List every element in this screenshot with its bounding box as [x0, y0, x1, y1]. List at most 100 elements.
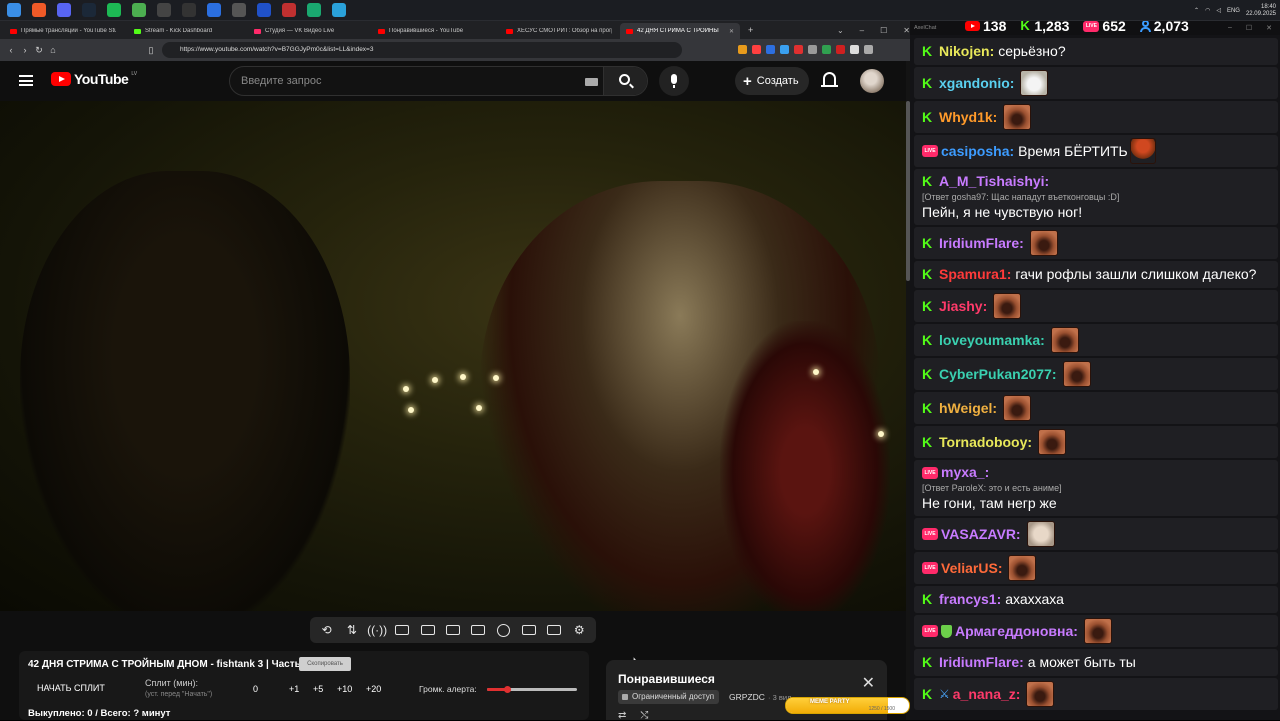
voice-search-button[interactable]: [659, 66, 689, 96]
wifi-icon[interactable]: ◠: [1205, 7, 1210, 14]
add-5-button[interactable]: +5: [313, 684, 323, 694]
add-screen-icon[interactable]: [521, 623, 537, 637]
video-settings-icon[interactable]: [394, 623, 410, 637]
chat-username[interactable]: VeliarUS:: [941, 559, 1002, 578]
picture-in-picture-icon[interactable]: [445, 623, 461, 637]
chat-username[interactable]: A_M_Tishaishyi:: [939, 172, 1049, 191]
copy-button[interactable]: Скопировать: [299, 657, 351, 671]
back-icon[interactable]: ‹: [4, 45, 18, 55]
gear-icon[interactable]: ⚙: [571, 623, 587, 637]
menu-icon[interactable]: [19, 75, 33, 86]
chat-username[interactable]: Tornadobooy:: [939, 433, 1032, 452]
browser-tab[interactable]: 42 ДНЯ СТРИМА С ТРОЙНЫ ✕: [620, 23, 740, 39]
create-button[interactable]: + Создать: [735, 67, 809, 95]
youtube-logo[interactable]: YouTube LV: [51, 71, 137, 87]
playlist-title[interactable]: Понравившиеся: [618, 672, 715, 686]
extension-icon[interactable]: [850, 45, 859, 54]
extension-icon[interactable]: [780, 45, 789, 54]
chat-username[interactable]: Spamura1:: [939, 265, 1011, 284]
chat-username[interactable]: francys1:: [939, 590, 1001, 609]
chat-username[interactable]: IridiumFlare:: [939, 234, 1024, 253]
chat-username[interactable]: xgandonio:: [939, 74, 1014, 93]
windows-start-icon[interactable]: [7, 3, 21, 17]
loop-icon[interactable]: ⟲: [319, 623, 335, 637]
playlist-owner[interactable]: GRPZDC: [729, 692, 765, 702]
chat-username[interactable]: Nikojen:: [939, 42, 994, 61]
chrome-icon[interactable]: [132, 3, 146, 17]
chevron-down-icon[interactable]: ⌄: [837, 26, 844, 35]
app-red-icon[interactable]: [282, 3, 296, 17]
browser-tab[interactable]: Прямые трансляции - YouTube Stu: [4, 23, 122, 39]
chat-username[interactable]: a_nana_z:: [953, 685, 1021, 704]
steam-icon[interactable]: [82, 3, 96, 17]
forward-icon[interactable]: ›: [18, 45, 32, 55]
bookmark-icon[interactable]: ▯: [144, 45, 158, 56]
url-input[interactable]: https://www.youtube.com/watch?v=B7GGJyPm…: [162, 42, 682, 58]
telegram-icon[interactable]: [332, 3, 346, 17]
browser-tab[interactable]: ХЕСУС СМОТРИТ: Обзор на прогр: [500, 23, 618, 39]
spotify-icon[interactable]: [107, 3, 121, 17]
maximize-button[interactable]: ☐: [1246, 24, 1252, 32]
maximize-button[interactable]: ☐: [880, 26, 887, 35]
capcut-icon[interactable]: [182, 3, 196, 17]
discord-icon[interactable]: [57, 3, 71, 17]
chat-username[interactable]: loveyoumamka:: [939, 331, 1045, 350]
extension-icon[interactable]: [822, 45, 831, 54]
brave-icon[interactable]: [32, 3, 46, 17]
browser-tab[interactable]: Понравившиеся - YouTube: [372, 23, 490, 39]
slider-knob[interactable]: [503, 686, 511, 693]
start-split-button[interactable]: НАЧАТЬ СПЛИТ: [37, 683, 105, 693]
chat-username[interactable]: hWeigel:: [939, 399, 997, 418]
chat-username[interactable]: Jiashy:: [939, 297, 987, 316]
extension-icon[interactable]: [864, 45, 873, 54]
extension-icon[interactable]: [752, 45, 761, 54]
cinema-mode-icon[interactable]: [470, 623, 486, 637]
extension-icon[interactable]: [836, 45, 845, 54]
close-tab-icon[interactable]: ✕: [729, 28, 734, 35]
clock[interactable]: 18:40 22.09.2025: [1246, 4, 1276, 18]
chat-username[interactable]: Армагеддоновна:: [955, 622, 1078, 641]
search-box[interactable]: Введите запрос: [229, 66, 648, 96]
add-1-button[interactable]: +1: [289, 684, 299, 694]
obs-icon[interactable]: [157, 3, 171, 17]
chat-username[interactable]: casiposha:: [941, 142, 1014, 161]
alert-volume-slider[interactable]: [487, 686, 577, 693]
extension-icon[interactable]: [738, 45, 747, 54]
app-play-icon[interactable]: [257, 3, 271, 17]
minimize-button[interactable]: –: [1228, 24, 1232, 32]
add-10-button[interactable]: +10: [337, 684, 352, 694]
loop-icon[interactable]: ⇄: [618, 710, 640, 721]
screenshot-icon[interactable]: [546, 623, 562, 637]
broadcast-icon[interactable]: ((·)): [367, 623, 387, 637]
chat-username[interactable]: Whyd1k:: [939, 108, 997, 127]
new-tab-button[interactable]: +: [748, 25, 753, 35]
minimize-button[interactable]: –: [860, 26, 864, 35]
chevron-up-icon[interactable]: ⌃: [1194, 7, 1199, 14]
add-20-button[interactable]: +20: [366, 684, 381, 694]
keyboard-icon[interactable]: [585, 78, 598, 86]
close-window-button[interactable]: ✕: [1266, 24, 1272, 32]
app-green-icon[interactable]: [307, 3, 321, 17]
search-input[interactable]: Введите запрос: [241, 75, 321, 87]
chat-username[interactable]: IridiumFlare:: [939, 653, 1024, 672]
notifications-icon[interactable]: [821, 72, 838, 87]
search-button[interactable]: [603, 67, 647, 95]
home-icon[interactable]: ⌂: [46, 45, 60, 55]
browser-tab[interactable]: Stream - Kick Dashboard: [128, 23, 246, 39]
close-window-button[interactable]: ✕: [903, 26, 910, 35]
browser-tab[interactable]: Студия — VK Видео Live: [248, 23, 366, 39]
clapper-icon[interactable]: [420, 623, 436, 637]
app-arrow-icon[interactable]: [232, 3, 246, 17]
shuffle-icon[interactable]: ⤭: [640, 710, 662, 721]
volume-icon[interactable]: ◁: [1216, 7, 1221, 14]
extension-icon[interactable]: [808, 45, 817, 54]
sort-icon[interactable]: ⇅: [344, 623, 360, 637]
chat-username[interactable]: myxa_:: [941, 463, 989, 482]
extension-icon[interactable]: [794, 45, 803, 54]
extension-icon[interactable]: [766, 45, 775, 54]
app-blue-icon[interactable]: [207, 3, 221, 17]
language-indicator[interactable]: ENG: [1227, 8, 1240, 14]
chat-username[interactable]: VASAZAVR:: [941, 525, 1021, 544]
chat-username[interactable]: CyberPukan2077:: [939, 365, 1057, 384]
video-player[interactable]: [0, 101, 906, 611]
